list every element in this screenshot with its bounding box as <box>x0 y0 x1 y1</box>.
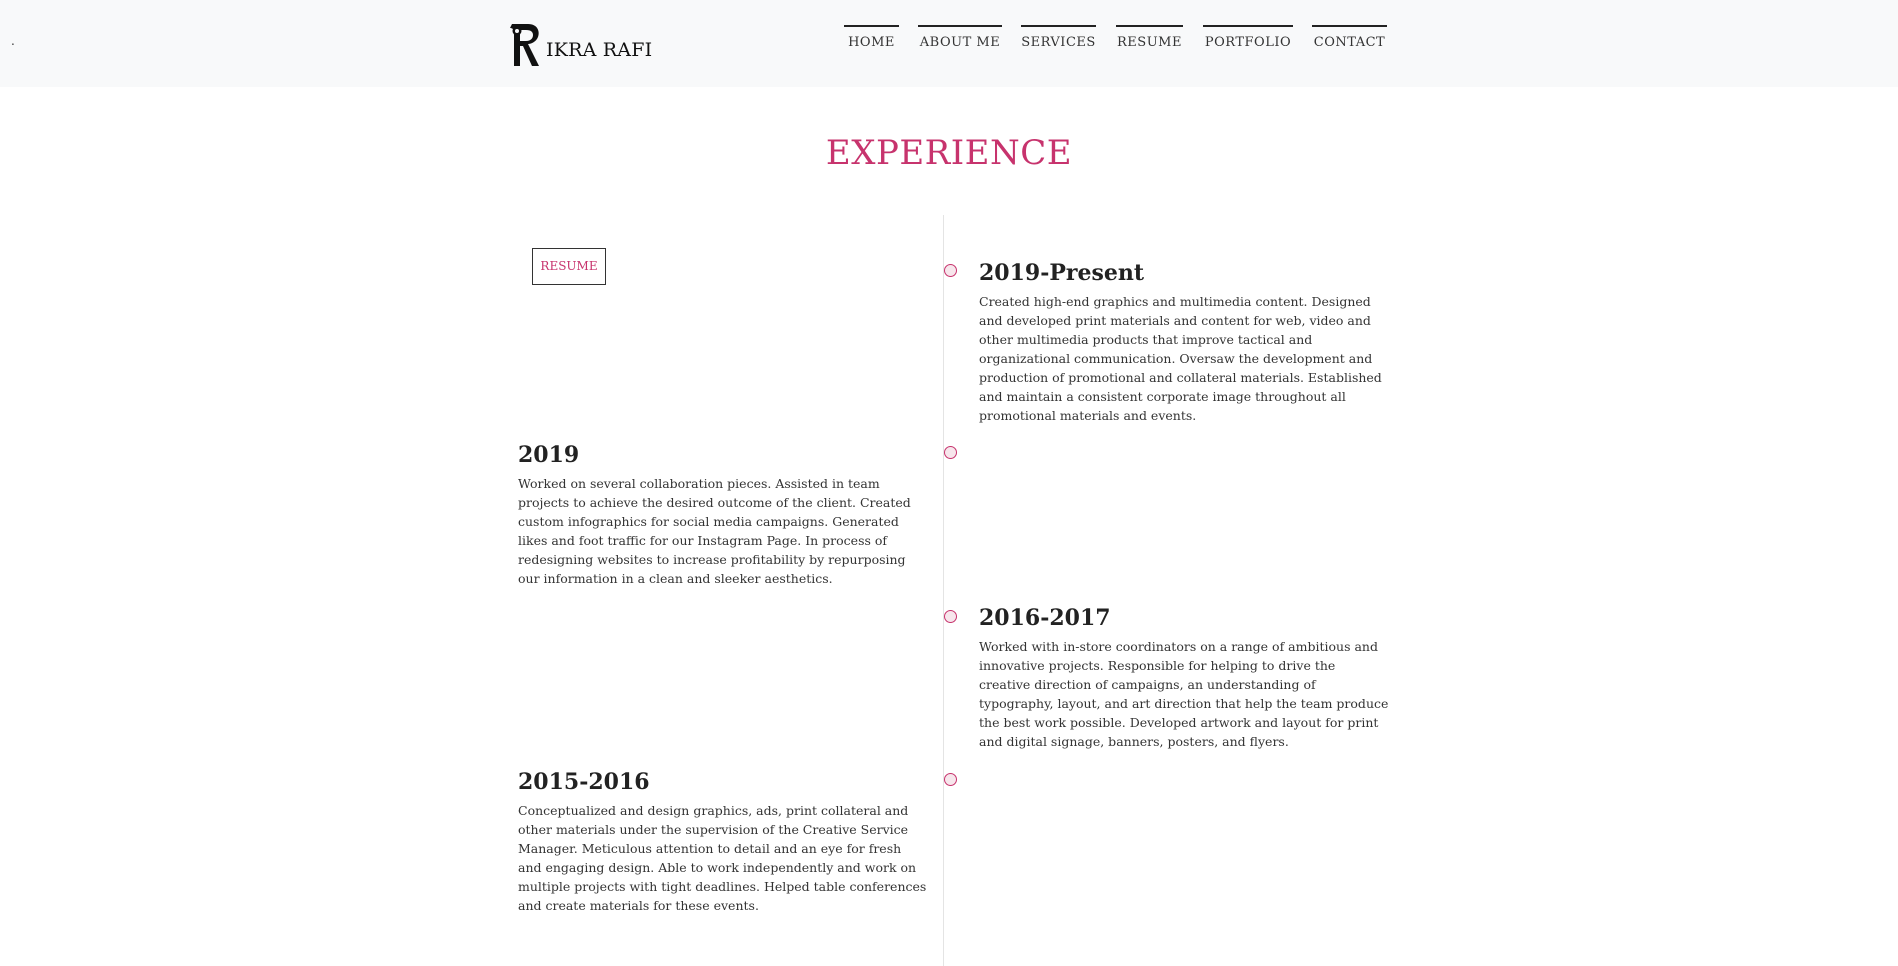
experience-title: EXPERIENCE <box>825 133 1073 173</box>
nav-contact[interactable]: CONTACT <box>1312 25 1387 50</box>
entry-year: 2016-2017 <box>979 605 1111 631</box>
timeline-marker <box>944 264 957 277</box>
main-nav: HOME ABOUT ME SERVICES RESUME PORTFOLIO … <box>0 25 1898 65</box>
timeline-line <box>943 215 944 966</box>
timeline-marker <box>944 610 957 623</box>
nav-services[interactable]: SERVICES <box>1021 25 1096 50</box>
entry-year: 2019-Present <box>979 260 1145 286</box>
entry-year: 2019 <box>518 442 580 468</box>
entry-description: Worked with in-store coordinators on a r… <box>979 639 1389 749</box>
entry-year: 2015-2016 <box>518 769 650 795</box>
timeline-marker <box>944 446 957 459</box>
entry-description: Conceptualized and design graphics, ads,… <box>518 803 927 913</box>
site-header: . IKRA RAFI HOME ABOUT ME SERVICES RESUM… <box>0 0 1898 87</box>
experience-entry: 2015-2016 Conceptualized and design grap… <box>518 769 928 915</box>
experience-entry: 2016-2017 Worked with in-store coordinat… <box>979 605 1389 751</box>
entry-description: Worked on several collaboration pieces. … <box>518 476 911 586</box>
experience-entry: 2019-Present Created high-end graphics a… <box>979 260 1389 425</box>
nav-portfolio[interactable]: PORTFOLIO <box>1203 25 1293 50</box>
entry-description: Created high-end graphics and multimedia… <box>979 294 1382 423</box>
timeline-marker <box>944 773 957 786</box>
experience-entry: 2019 Worked on several collaboration pie… <box>518 442 928 588</box>
nav-about-me[interactable]: ABOUT ME <box>918 25 1002 50</box>
nav-resume[interactable]: RESUME <box>1116 25 1183 50</box>
resume-button[interactable]: RESUME <box>532 248 606 285</box>
nav-home[interactable]: HOME <box>844 25 899 50</box>
